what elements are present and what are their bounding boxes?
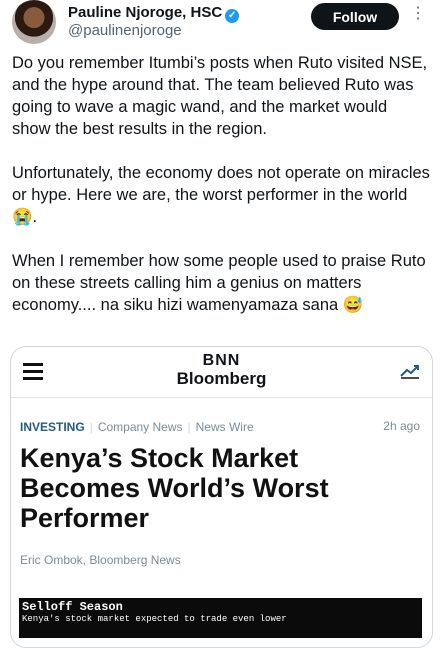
follow-button[interactable]: Follow	[311, 3, 399, 30]
article-byline: Eric Ombok, Bloomberg News	[20, 553, 181, 567]
attached-article-image[interactable]: BNN Bloomberg INVESTING | Company News | New…	[10, 346, 433, 648]
article-chart-image: Selloff Season Kenya's stock market expe…	[19, 598, 422, 638]
author-name-text[interactable]: Pauline Njoroge, HSC	[68, 4, 222, 21]
tweet-text: Do you remember Itumbi’s posts when Ruto…	[12, 52, 430, 338]
more-options-icon[interactable]: ⋮	[410, 6, 426, 22]
category-company-news: Company News	[97, 420, 183, 434]
chart-subtitle: Kenya's stock market expected to trade e…	[22, 614, 287, 624]
tweet-paragraph: When I remember how some people used to …	[12, 252, 426, 314]
author-name[interactable]: Pauline Njoroge, HSC ✓	[68, 4, 240, 23]
avatar[interactable]	[12, 0, 56, 44]
category-news-wire: News Wire	[195, 420, 254, 434]
article-categories: INVESTING | Company News | News Wire	[20, 420, 254, 434]
bnn-bloomberg-logo: BNN Bloomberg	[11, 353, 432, 389]
tweet-paragraph: Do you remember Itumbi’s posts when Ruto…	[12, 54, 428, 138]
author-handle[interactable]: @paulinenjoroge	[68, 22, 182, 39]
logo-top: BNN	[202, 352, 241, 369]
article-headline: Kenya’s Stock Market Becomes World’s Wor…	[20, 443, 329, 533]
tweet-paragraph: Unfortunately, the economy does not oper…	[12, 164, 430, 226]
article-time: 2h ago	[383, 419, 420, 433]
header-divider	[11, 397, 432, 398]
chart-title: Selloff Season	[22, 600, 123, 614]
trending-chart-icon	[400, 365, 419, 379]
logo-bottom: Bloomberg	[176, 369, 267, 388]
category-investing: INVESTING	[20, 420, 85, 434]
verified-badge-icon: ✓	[225, 9, 240, 23]
